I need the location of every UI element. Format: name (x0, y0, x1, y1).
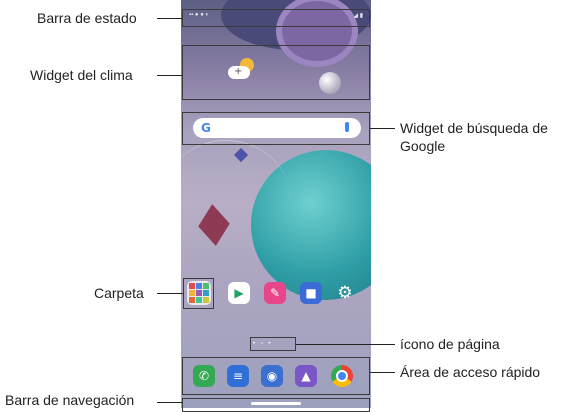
page-icon-leader (296, 344, 395, 345)
google-widget-leader (370, 128, 395, 129)
folder-highlight (183, 278, 214, 309)
navigation-bar-label: Barra de navegación (5, 392, 135, 408)
status-bar-label: Barra de estado (37, 10, 137, 26)
google-widget-label-line1: Widget de búsqueda de (400, 120, 548, 136)
google-widget-highlight (182, 112, 370, 145)
settings-app-icon[interactable]: ⚙ (334, 282, 356, 304)
folder-leader (157, 293, 183, 294)
google-widget-label-line2: Google (400, 138, 446, 154)
folder-label: Carpeta (94, 285, 144, 301)
page-icon-label: ícono de página (400, 336, 500, 352)
quick-access-label: Área de acceso rápido (400, 364, 541, 380)
weather-widget-leader (157, 75, 182, 76)
quick-access-leader (370, 372, 395, 373)
notes-app-icon[interactable]: ✎ (264, 282, 286, 304)
weather-widget-highlight (182, 45, 370, 100)
page-indicator-highlight (250, 337, 296, 351)
status-bar-highlight (182, 9, 370, 27)
navigation-bar-leader (157, 402, 182, 403)
status-bar-leader (157, 18, 182, 19)
weather-widget-label: Widget del clima (30, 67, 133, 83)
navigation-bar-highlight (182, 398, 370, 412)
play-store-app-icon[interactable]: ▶ (228, 282, 250, 304)
quick-access-highlight (182, 357, 370, 395)
meet-app-icon[interactable]: ■ (300, 282, 322, 304)
